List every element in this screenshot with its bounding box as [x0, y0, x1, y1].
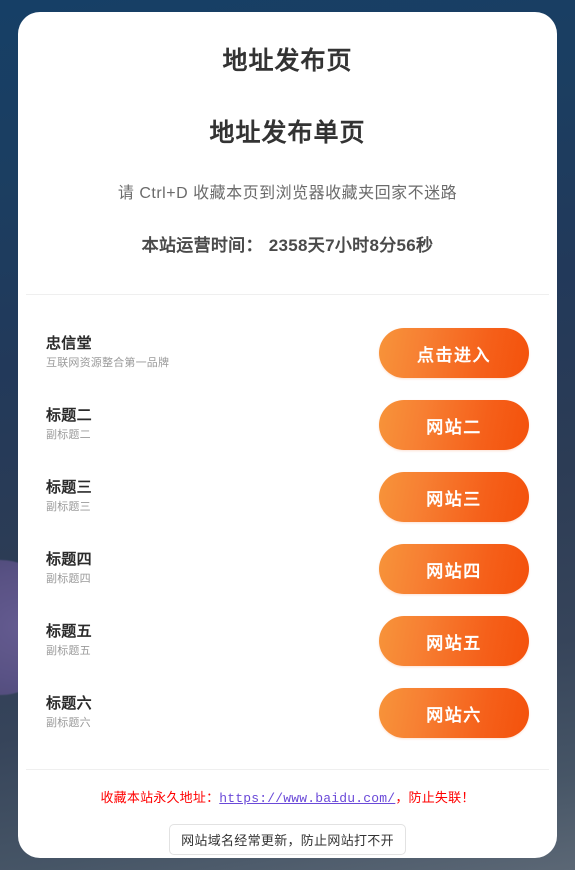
notice-list: 网站域名经常更新，防止网站打不开 请务必收藏此网页，永久有效！: [38, 823, 537, 858]
site-description: 副标题五: [46, 645, 91, 658]
site-description: 副标题三: [46, 501, 91, 514]
site-name: 标题五: [46, 623, 92, 641]
site-enter-button[interactable]: 网站二: [379, 400, 529, 450]
permanent-address-line: 收藏本站永久地址：https://www.baidu.com/，防止失联！: [38, 788, 537, 810]
site-enter-button[interactable]: 网站五: [379, 616, 529, 666]
list-item: 标题三 副标题三 网站三: [46, 461, 529, 533]
permanent-address-suffix: ，防止失联！: [395, 790, 475, 805]
site-enter-button[interactable]: 网站三: [379, 472, 529, 522]
card-footer: 收藏本站永久地址：https://www.baidu.com/，防止失联！ 网站…: [18, 770, 557, 858]
page-subtitle: 地址发布单页: [209, 119, 366, 147]
site-info: 忠信堂 互联网资源整合第一品牌: [46, 334, 169, 372]
site-info: 标题六 副标题六: [46, 694, 92, 732]
permanent-address-link[interactable]: https://www.baidu.com/: [219, 791, 395, 806]
list-item: 标题六 副标题六 网站六: [46, 677, 529, 749]
permanent-address-prefix: 收藏本站永久地址：: [100, 790, 220, 805]
site-description: 副标题六: [46, 717, 91, 730]
notice-box: 网站域名经常更新，防止网站打不开: [169, 823, 406, 855]
site-name: 标题四: [46, 551, 92, 569]
site-info: 标题三 副标题三: [46, 478, 92, 516]
list-item: 忠信堂 互联网资源整合第一品牌 点击进入: [46, 317, 529, 389]
site-enter-button[interactable]: 点击进入: [379, 328, 529, 378]
card-header: 地址发布页 地址发布单页 请 Ctrl+D 收藏本页到浏览器收藏夹回家不迷路 本…: [18, 12, 557, 256]
site-name: 标题三: [46, 479, 92, 497]
site-enter-button[interactable]: 网站六: [379, 688, 529, 738]
site-name: 标题二: [46, 407, 92, 425]
main-card: 地址发布页 地址发布单页 请 Ctrl+D 收藏本页到浏览器收藏夹回家不迷路 本…: [18, 12, 557, 858]
bookmark-tip: 请 Ctrl+D 收藏本页到浏览器收藏夹回家不迷路: [117, 185, 458, 202]
list-item: 标题四 副标题四 网站四: [46, 533, 529, 605]
site-info: 标题二 副标题二: [46, 406, 92, 444]
list-item: 标题二 副标题二 网站二: [46, 389, 529, 461]
site-description: 副标题二: [46, 429, 91, 442]
site-description: 互联网资源整合第一品牌: [46, 357, 170, 370]
site-info: 标题四 副标题四: [46, 550, 92, 588]
site-enter-button[interactable]: 网站四: [379, 544, 529, 594]
site-info: 标题五 副标题五: [46, 622, 92, 660]
site-name: 忠信堂: [46, 335, 92, 353]
site-runtime: 本站运营时间： 2358天7小时8分56秒: [42, 231, 533, 256]
site-description: 副标题四: [46, 573, 91, 586]
site-name: 标题六: [46, 695, 92, 713]
runtime-label: 本站运营时间：: [141, 236, 263, 255]
list-item: 标题五 副标题五 网站五: [46, 605, 529, 677]
runtime-value: 2358天7小时8分56秒: [268, 236, 434, 255]
site-list: 忠信堂 互联网资源整合第一品牌 点击进入 标题二 副标题二 网站二 标题三 副标…: [18, 295, 557, 749]
page-title: 地址发布页: [222, 47, 353, 75]
